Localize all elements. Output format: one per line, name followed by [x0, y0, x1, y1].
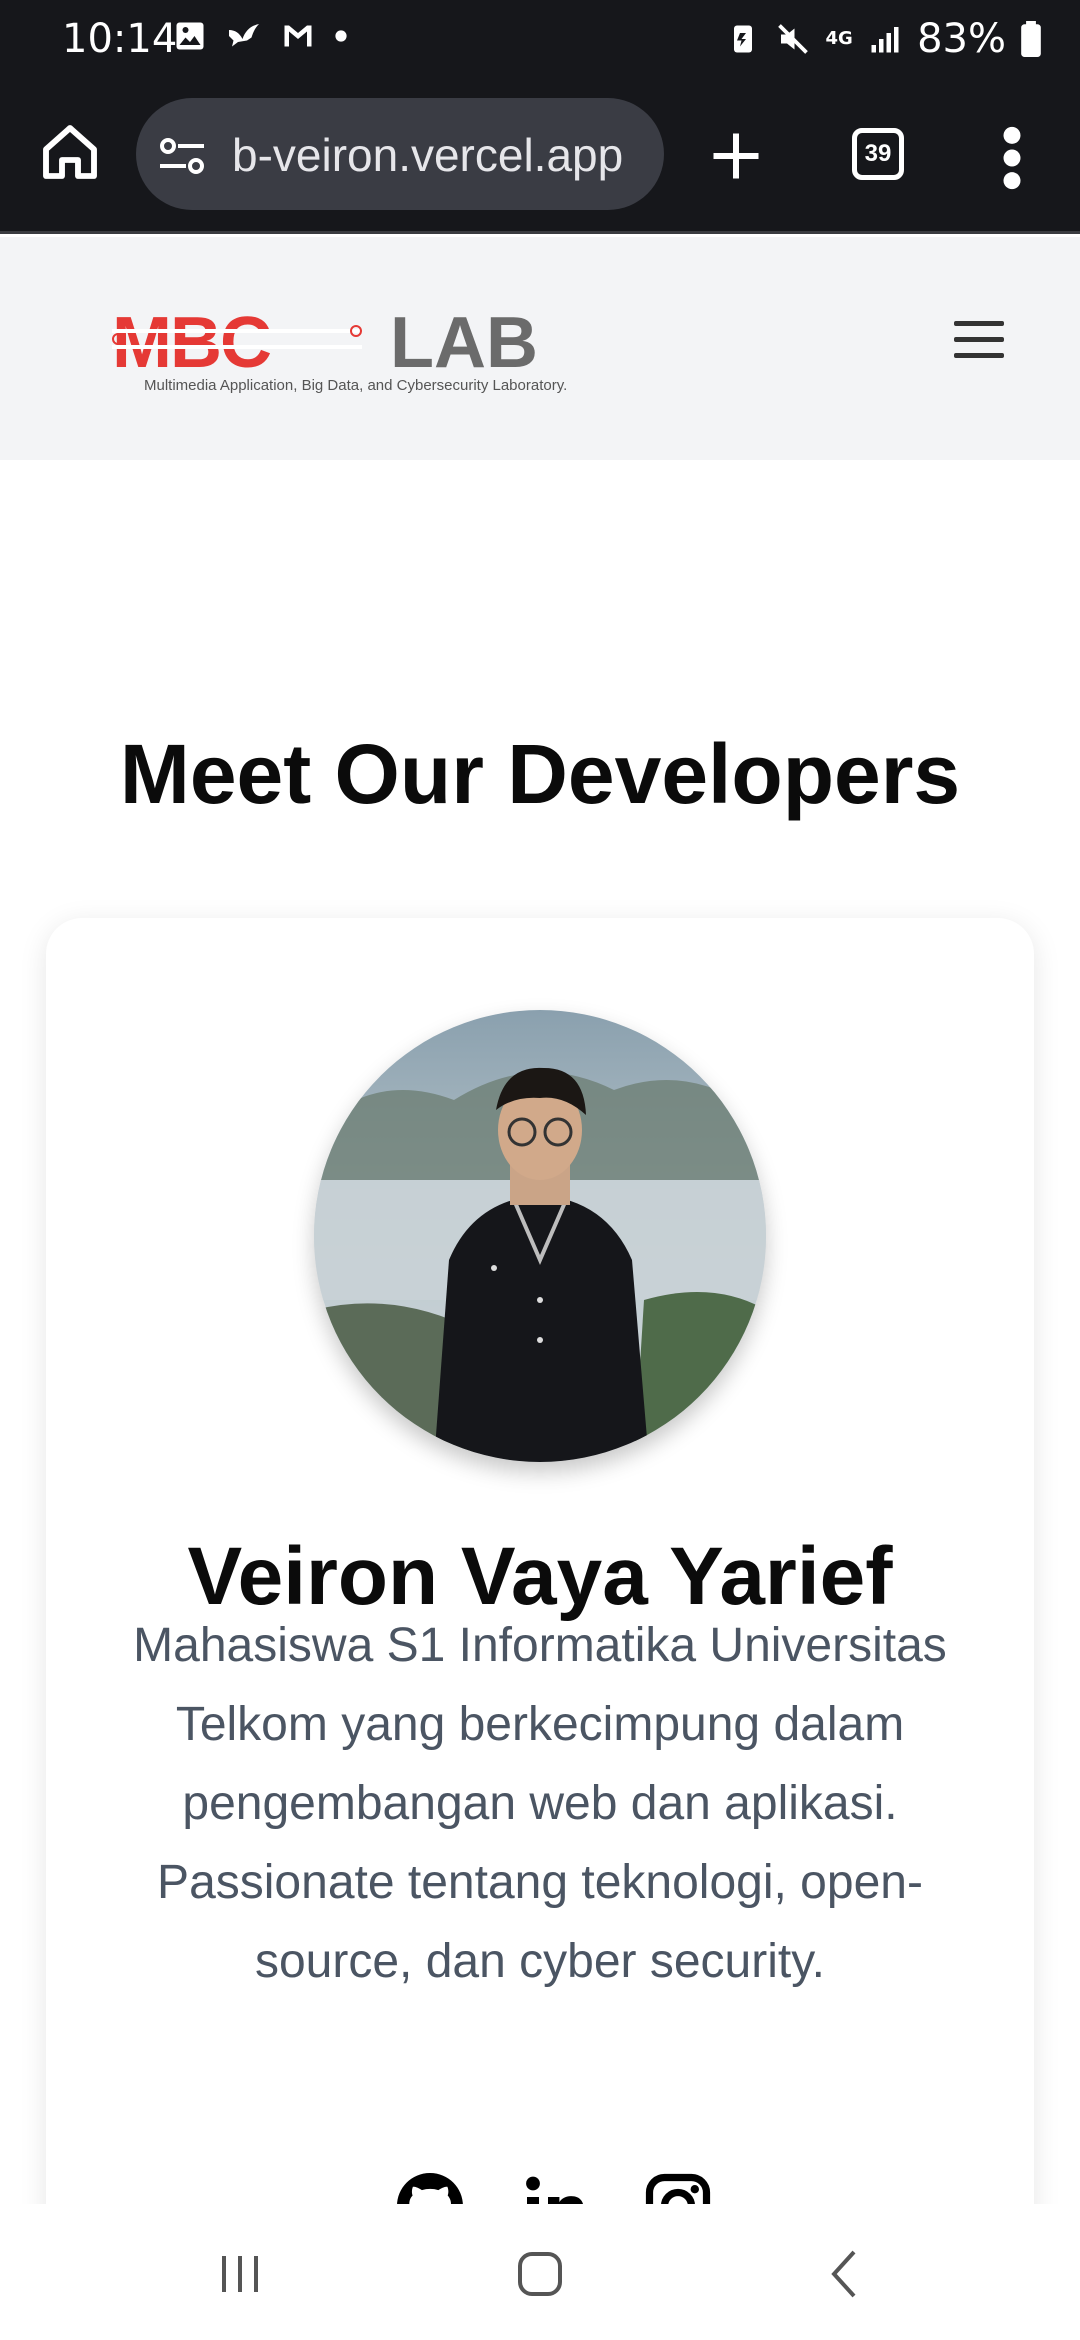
bird-icon	[229, 24, 259, 47]
site-header: MBC LAB Multimedia Application, Big Data…	[0, 237, 1080, 460]
svg-text:LAB: LAB	[390, 303, 538, 381]
gmail-icon	[284, 25, 312, 47]
battery-icon	[1021, 21, 1041, 57]
status-time: 10:14	[62, 16, 178, 62]
address-bar[interactable]: b-veiron.vercel.app	[136, 98, 664, 210]
signal-icon	[871, 27, 899, 53]
browser-toolbar: b-veiron.vercel.app 39	[0, 82, 1080, 234]
status-bar: 10:14 4G 83%	[0, 0, 1080, 82]
notification-icons	[172, 18, 348, 54]
logo-graphic: MBC LAB	[112, 303, 538, 383]
site-settings-icon[interactable]	[158, 136, 206, 176]
developer-avatar	[314, 1010, 766, 1462]
mute-icon	[778, 24, 808, 54]
url-text[interactable]: b-veiron.vercel.app	[232, 128, 623, 182]
battery-percent: 83%	[917, 16, 1006, 62]
battery-saver-icon	[734, 25, 753, 53]
new-tab-icon[interactable]	[706, 126, 766, 186]
developer-bio: Mahasiswa S1 Informatika Universitas Tel…	[133, 1619, 947, 1988]
back-icon[interactable]	[816, 2248, 876, 2300]
mbc-lab-logo[interactable]: MBC LAB Multimedia Application, Big Data…	[112, 301, 632, 411]
gallery-icon	[176, 22, 204, 50]
logo-tagline: Multimedia Application, Big Data, and Cy…	[144, 377, 568, 394]
home-icon[interactable]	[38, 120, 102, 184]
avatar-photo	[314, 1010, 766, 1462]
status-right: 4G 83%	[725, 16, 1042, 62]
hamburger-menu-icon[interactable]	[952, 317, 1006, 363]
home-nav-icon[interactable]	[510, 2248, 570, 2300]
network-type: 4G	[825, 28, 853, 49]
developer-card: Veiron Vaya Yarief Mahasiswa S1 Informat…	[46, 918, 1034, 2318]
svg-text:MBC: MBC	[112, 303, 271, 381]
tab-switcher-button[interactable]: 39	[852, 128, 904, 180]
dot-icon	[335, 30, 347, 42]
more-menu-icon[interactable]	[1000, 124, 1024, 192]
recent-apps-icon[interactable]	[210, 2248, 270, 2300]
system-nav-bar	[0, 2204, 1080, 2340]
section-title: Meet Our Developers	[119, 727, 961, 821]
